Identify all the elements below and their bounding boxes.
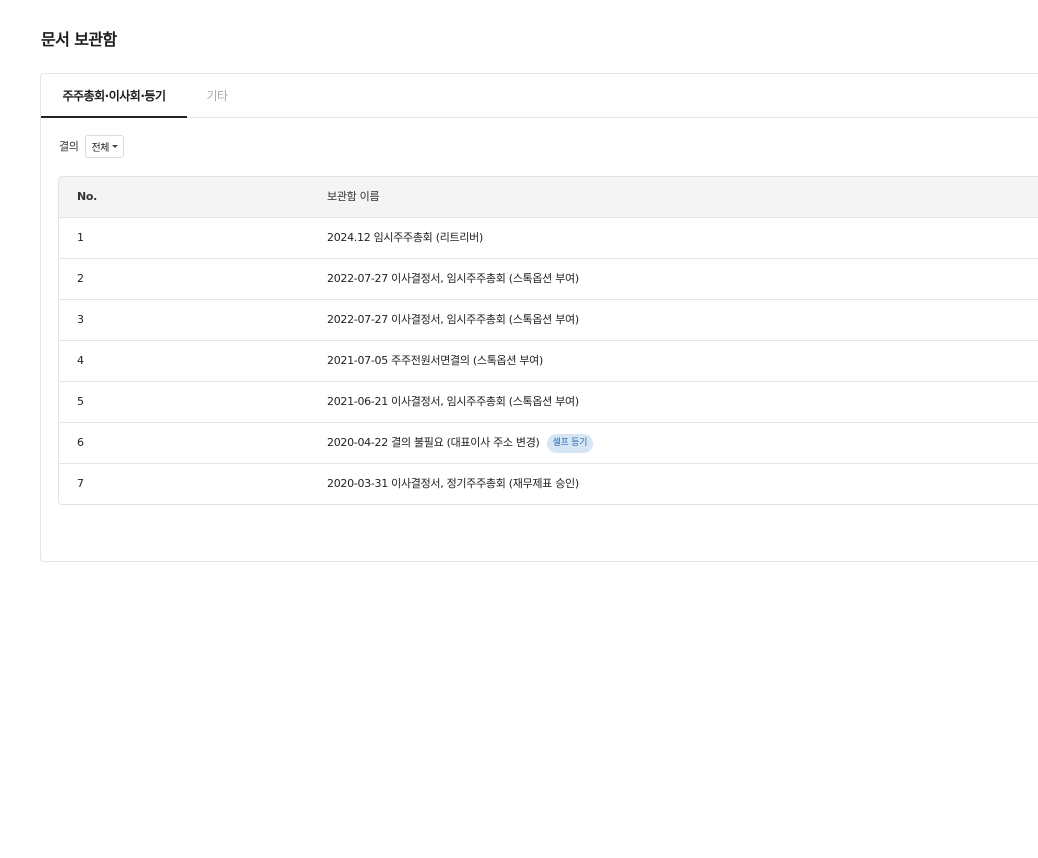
filter-label: 결의 bbox=[59, 140, 79, 153]
row-number: 2 bbox=[77, 272, 84, 285]
row-number: 6 bbox=[77, 436, 84, 449]
row-number: 4 bbox=[77, 354, 84, 367]
archive-name: 2020-03-31 이사결정서, 정기주주총회 (재무제표 승인) bbox=[327, 464, 579, 504]
column-header-archive-name: 보관함 이름 bbox=[327, 190, 380, 203]
tab-bar: 주주총회·이사회·등기 기타 bbox=[41, 74, 1038, 118]
row-number: 7 bbox=[77, 477, 84, 490]
row-number: 5 bbox=[77, 395, 84, 408]
table-row[interactable]: 3 2022-07-27 이사결정서, 임시주주총회 (스톡옵션 부여) bbox=[59, 300, 1038, 341]
archive-name: 2021-06-21 이사결정서, 임시주주총회 (스톡옵션 부여) bbox=[327, 382, 579, 422]
table-row[interactable]: 4 2021-07-05 주주전원서면결의 (스톡옵션 부여) bbox=[59, 341, 1038, 382]
archive-name-text: 2022-07-27 이사결정서, 임시주주총회 (스톡옵션 부여) bbox=[327, 272, 579, 285]
archive-name: 2021-07-05 주주전원서면결의 (스톡옵션 부여) bbox=[327, 341, 543, 381]
page-title: 문서 보관함 bbox=[41, 30, 117, 49]
table-body: 1 2024.12 임시주주총회 (리트리버) 2 2022-07-27 이사결… bbox=[59, 218, 1038, 504]
table-row[interactable]: 2 2022-07-27 이사결정서, 임시주주총회 (스톡옵션 부여) bbox=[59, 259, 1038, 300]
archive-name-text: 2020-03-31 이사결정서, 정기주주총회 (재무제표 승인) bbox=[327, 477, 579, 490]
document-archive-panel: 주주총회·이사회·등기 기타 결의 전체 No. 보관함 이름 1 2024.1… bbox=[40, 73, 1038, 562]
tab-shareholder-board-registry[interactable]: 주주총회·이사회·등기 bbox=[41, 74, 187, 118]
filter-selected-value: 전체 bbox=[91, 142, 110, 154]
table-row[interactable]: 1 2024.12 임시주주총회 (리트리버) bbox=[59, 218, 1038, 259]
archive-name: 2024.12 임시주주총회 (리트리버) bbox=[327, 218, 483, 258]
archive-name-text: 2020-04-22 결의 불필요 (대표이사 주소 변경) bbox=[327, 436, 540, 449]
archive-name: 2022-07-27 이사결정서, 임시주주총회 (스톡옵션 부여) bbox=[327, 300, 579, 340]
row-number: 1 bbox=[77, 231, 84, 244]
row-number: 3 bbox=[77, 313, 84, 326]
resolution-filter-dropdown[interactable]: 전체 bbox=[85, 134, 125, 158]
archive-name-text: 2022-07-27 이사결정서, 임시주주총회 (스톡옵션 부여) bbox=[327, 313, 579, 326]
caret-down-icon bbox=[112, 144, 119, 148]
archive-table: No. 보관함 이름 1 2024.12 임시주주총회 (리트리버) 2 202… bbox=[58, 176, 1038, 505]
table-row[interactable]: 5 2021-06-21 이사결정서, 임시주주총회 (스톡옵션 부여) bbox=[59, 382, 1038, 423]
table-row[interactable]: 7 2020-03-31 이사결정서, 정기주주총회 (재무제표 승인) bbox=[59, 464, 1038, 504]
table-row[interactable]: 6 2020-04-22 결의 불필요 (대표이사 주소 변경) 셀프 등기 bbox=[59, 423, 1038, 464]
table-header: No. 보관함 이름 bbox=[59, 177, 1038, 218]
filter-row: 결의 전체 bbox=[59, 134, 125, 158]
tab-other[interactable]: 기타 bbox=[198, 74, 236, 116]
archive-name: 2020-04-22 결의 불필요 (대표이사 주소 변경) 셀프 등기 bbox=[327, 423, 594, 463]
archive-name-text: 2021-07-05 주주전원서면결의 (스톡옵션 부여) bbox=[327, 354, 543, 367]
self-registration-badge: 셀프 등기 bbox=[546, 433, 594, 453]
archive-name-text: 2021-06-21 이사결정서, 임시주주총회 (스톡옵션 부여) bbox=[327, 395, 579, 408]
column-header-no: No. bbox=[77, 190, 98, 203]
archive-name-text: 2024.12 임시주주총회 (리트리버) bbox=[327, 231, 483, 244]
archive-name: 2022-07-27 이사결정서, 임시주주총회 (스톡옵션 부여) bbox=[327, 259, 579, 299]
